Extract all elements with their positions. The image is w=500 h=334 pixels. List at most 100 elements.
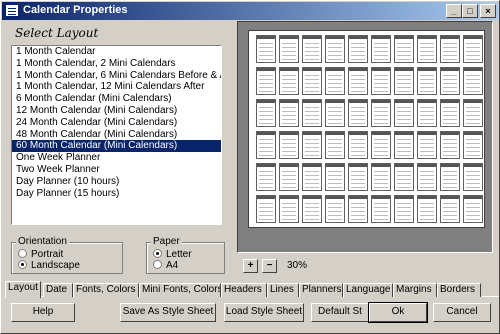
mini-calendar-thumbnail xyxy=(394,35,414,63)
paper-letter-radio[interactable]: Letter xyxy=(153,249,192,260)
layout-list-item[interactable]: One Week Planner xyxy=(12,152,221,164)
mini-calendar-thumbnail xyxy=(394,131,414,159)
mini-calendar-thumbnail xyxy=(256,131,276,159)
layout-list-item[interactable]: 24 Month Calendar (Mini Calendars) xyxy=(12,117,221,129)
mini-calendar-thumbnail xyxy=(279,67,299,95)
mini-calendar-thumbnail xyxy=(325,35,345,63)
mini-calendar-thumbnail xyxy=(463,131,483,159)
mini-calendar-thumbnail xyxy=(440,99,460,127)
window-title: Calendar Properties xyxy=(23,4,128,16)
layout-list-item[interactable]: 6 Month Calendar (Mini Calendars) xyxy=(12,93,221,105)
layout-list-item[interactable]: Day Planner (15 hours) xyxy=(12,188,221,200)
layout-list-item[interactable]: 60 Month Calendar (Mini Calendars) xyxy=(12,140,221,153)
mini-calendar-thumbnail xyxy=(394,195,414,223)
load-style-sheet-button[interactable]: Load Style Sheet xyxy=(224,303,304,322)
mini-calendar-thumbnail xyxy=(417,131,437,159)
mini-calendar-thumbnail xyxy=(302,131,322,159)
cancel-button[interactable]: Cancel xyxy=(433,303,491,322)
mini-calendar-thumbnail xyxy=(348,35,368,63)
mini-calendar-thumbnail xyxy=(325,67,345,95)
tab-mini-fonts-colors[interactable]: Mini Fonts, Colors xyxy=(139,283,221,297)
mini-calendar-thumbnail xyxy=(256,195,276,223)
mini-calendar-thumbnail xyxy=(325,99,345,127)
layout-list-item[interactable]: 1 Month Calendar, 2 Mini Calendars xyxy=(12,58,221,70)
mini-calendar-thumbnail xyxy=(325,163,345,191)
tab-margins[interactable]: Margins xyxy=(393,283,437,297)
zoom-out-button[interactable]: − xyxy=(262,259,277,273)
layout-list-item[interactable]: Day Planner (10 hours) xyxy=(12,176,221,188)
save-style-sheet-button[interactable]: Save As Style Sheet xyxy=(120,303,216,322)
minimize-button[interactable]: _ xyxy=(446,4,462,18)
close-button[interactable]: × xyxy=(480,4,496,18)
tab-layout[interactable]: Layout xyxy=(5,281,41,298)
mini-calendar-thumbnail xyxy=(256,163,276,191)
mini-calendar-thumbnail xyxy=(417,67,437,95)
orientation-portrait-radio[interactable]: Portrait xyxy=(18,249,63,260)
mini-calendar-thumbnail xyxy=(325,131,345,159)
mini-calendar-thumbnail xyxy=(463,163,483,191)
layout-listbox[interactable]: 1 Month Calendar 1 Month Calendar, 2 Mini… xyxy=(11,45,222,225)
mini-calendar-thumbnail xyxy=(463,99,483,127)
mini-calendar-thumbnail xyxy=(394,99,414,127)
mini-calendar-thumbnail xyxy=(371,131,391,159)
mini-calendar-thumbnail xyxy=(256,99,276,127)
layout-list-item[interactable]: 12 Month Calendar (Mini Calendars) xyxy=(12,105,221,117)
mini-calendar-thumbnail xyxy=(348,195,368,223)
paper-a4-radio[interactable]: A4 xyxy=(153,260,178,271)
mini-calendar-thumbnail xyxy=(302,195,322,223)
tab-planners[interactable]: Planners xyxy=(299,283,343,297)
mini-calendar-thumbnail xyxy=(371,163,391,191)
select-layout-heading: Select Layout xyxy=(15,26,99,40)
mini-calendar-thumbnail xyxy=(302,99,322,127)
paper-group-title: Paper xyxy=(151,236,182,247)
layout-list-item[interactable]: Two Week Planner xyxy=(12,164,221,176)
mini-calendar-thumbnail xyxy=(463,195,483,223)
mini-calendar-thumbnail xyxy=(394,163,414,191)
ok-button[interactable]: Ok xyxy=(368,302,428,323)
mini-calendar-thumbnail xyxy=(256,67,276,95)
mini-calendar-thumbnail xyxy=(279,195,299,223)
layout-list-item[interactable]: 1 Month Calendar, 12 Mini Calendars Afte… xyxy=(12,81,221,93)
tab-headers[interactable]: Headers xyxy=(221,283,267,297)
mini-calendar-thumbnail xyxy=(440,163,460,191)
mini-calendar-thumbnail xyxy=(348,131,368,159)
preview-page xyxy=(248,30,485,228)
tab-borders[interactable]: Borders xyxy=(437,283,481,297)
tab-lines[interactable]: Lines xyxy=(267,283,299,297)
mini-calendar-thumbnail xyxy=(371,99,391,127)
default-style-button[interactable]: Default St xyxy=(311,303,369,322)
mini-calendar-thumbnail xyxy=(417,99,437,127)
layout-list-item[interactable]: 1 Month Calendar xyxy=(12,46,221,58)
radio-button-icon xyxy=(153,260,162,269)
mini-calendar-thumbnail xyxy=(302,67,322,95)
preview-pane xyxy=(237,21,493,253)
mini-calendar-thumbnail xyxy=(417,35,437,63)
mini-calendar-thumbnail xyxy=(371,35,391,63)
mini-calendar-thumbnail xyxy=(302,163,322,191)
help-button[interactable]: Help xyxy=(11,303,75,322)
mini-calendar-thumbnail xyxy=(348,67,368,95)
tab-language[interactable]: Language xyxy=(343,283,393,297)
maximize-button[interactable]: □ xyxy=(462,4,478,18)
mini-calendar-thumbnail xyxy=(279,163,299,191)
mini-calendar-thumbnail xyxy=(440,35,460,63)
calendar-app-icon xyxy=(5,4,19,17)
mini-calendar-thumbnail xyxy=(348,163,368,191)
tab-fonts-colors[interactable]: Fonts, Colors xyxy=(73,283,139,297)
mini-calendar-thumbnail xyxy=(440,67,460,95)
radio-button-selected-icon xyxy=(18,260,27,269)
paper-group: Paper Letter A4 xyxy=(146,236,225,274)
layout-list-item[interactable]: 48 Month Calendar (Mini Calendars) xyxy=(12,129,221,141)
mini-calendar-thumbnail xyxy=(463,67,483,95)
tab-date[interactable]: Date xyxy=(43,283,73,297)
mini-calendar-thumbnail xyxy=(279,131,299,159)
mini-calendar-thumbnail xyxy=(440,195,460,223)
orientation-landscape-radio[interactable]: Landscape xyxy=(18,260,80,271)
zoom-in-button[interactable]: + xyxy=(243,259,258,273)
radio-button-selected-icon xyxy=(153,249,162,258)
layout-list-item[interactable]: 1 Month Calendar, 6 Mini Calendars Befor… xyxy=(12,70,221,82)
mini-calendar-thumbnail xyxy=(371,195,391,223)
mini-calendar-thumbnail xyxy=(417,195,437,223)
mini-calendar-thumbnail xyxy=(463,35,483,63)
title-bar[interactable]: Calendar Properties _ □ × xyxy=(2,2,498,20)
